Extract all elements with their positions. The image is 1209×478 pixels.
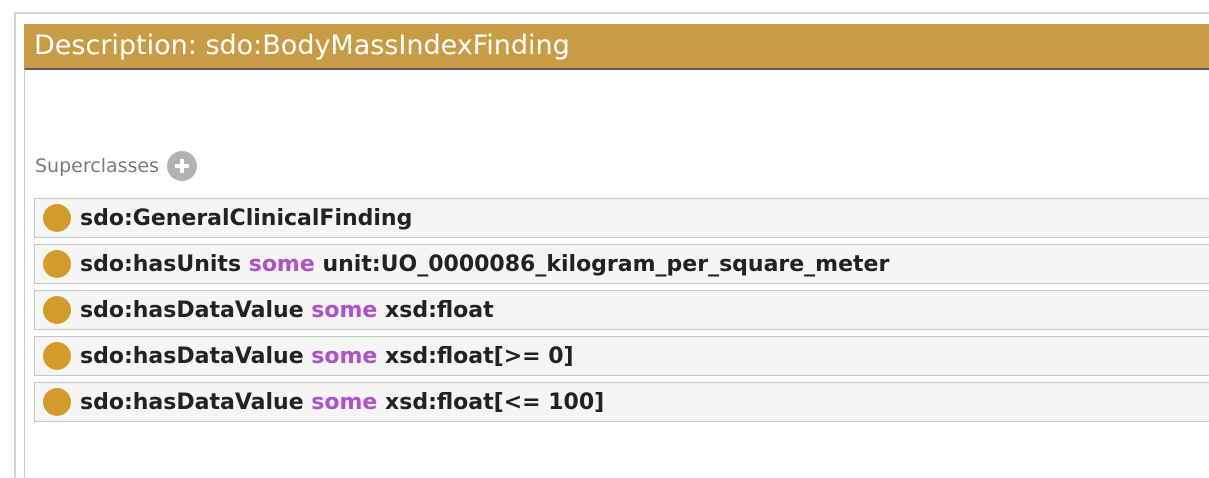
list-item[interactable]: sdo:hasDataValue some xsd:float[<= 100] (34, 382, 1209, 422)
superclass-keyword: some (248, 251, 315, 277)
superclasses-list: sdo:GeneralClinicalFinding sdo:hasUnits … (34, 198, 1209, 428)
superclass-keyword: some (311, 297, 378, 323)
class-bullet-icon (43, 204, 71, 232)
add-superclass-icon[interactable] (167, 151, 198, 181)
list-item[interactable]: sdo:GeneralClinicalFinding (34, 198, 1209, 238)
class-bullet-icon (43, 250, 71, 278)
superclass-object: unit:UO_0000086_kilogram_per_square_mete… (322, 251, 890, 277)
superclass-object: xsd:float (385, 297, 494, 323)
list-item[interactable]: sdo:hasUnits some unit:UO_0000086_kilogr… (34, 244, 1209, 284)
superclass-subject: sdo:hasDataValue (80, 389, 304, 415)
superclass-keyword: some (311, 389, 378, 415)
list-item[interactable]: sdo:hasDataValue some xsd:float (34, 290, 1209, 330)
panel-title: Description: sdo:BodyMassIndexFinding (24, 24, 1209, 68)
class-bullet-icon (43, 342, 71, 370)
superclasses-label: Superclasses (35, 155, 160, 177)
class-bullet-icon (43, 388, 71, 416)
superclass-keyword: some (311, 343, 378, 369)
superclass-subject: sdo:GeneralClinicalFinding (80, 205, 413, 231)
superclass-object: xsd:float[>= 0] (385, 343, 574, 369)
superclass-subject: sdo:hasDataValue (80, 343, 304, 369)
superclass-subject: sdo:hasDataValue (80, 297, 304, 323)
class-bullet-icon (43, 296, 71, 324)
superclasses-header: Superclasses (35, 148, 198, 184)
list-item[interactable]: sdo:hasDataValue some xsd:float[>= 0] (34, 336, 1209, 376)
superclass-subject: sdo:hasUnits (80, 251, 242, 277)
superclass-object: xsd:float[<= 100] (385, 389, 605, 415)
